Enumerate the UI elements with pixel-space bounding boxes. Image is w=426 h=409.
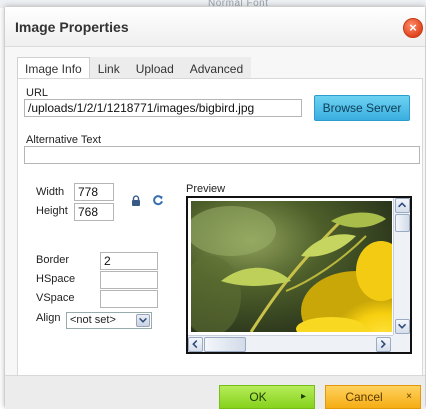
alt-text-label: Alternative Text [26,134,102,146]
tab-advanced[interactable]: Advanced [181,57,252,79]
image-properties-dialog: Image Properties × Image Info Link Uploa… [4,6,426,409]
ok-button[interactable]: OK ▸ [219,385,315,409]
scroll-down-icon[interactable] [395,319,410,334]
dialog-title: Image Properties [15,19,129,35]
dialog-footer: OK ▸ Cancel × [5,375,425,409]
border-input[interactable] [100,252,158,270]
align-select[interactable]: <not set> [66,312,152,329]
height-label: Height [36,205,68,217]
dialog-title-bar[interactable]: Image Properties × [5,7,425,47]
close-button[interactable]: × [403,18,423,38]
scroll-up-icon[interactable] [395,198,410,213]
ok-arrow-icon: ▸ [300,391,306,402]
browse-server-button[interactable]: Browse Server [314,95,410,121]
scroll-left-icon[interactable] [188,337,203,352]
tab-link[interactable]: Link [89,57,128,79]
width-input[interactable] [74,183,114,201]
scrollbar-corner [393,335,410,352]
ok-button-label: OK [249,390,267,404]
height-input[interactable] [74,203,114,221]
border-label: Border [36,254,70,266]
align-selected-value: <not set> [70,314,116,326]
preview-frame [186,196,412,354]
tab-image-info[interactable]: Image Info [17,57,90,79]
image-info-panel: URL Browse Server Alternative Text Width… [17,78,423,376]
cancel-button[interactable]: Cancel × [325,385,421,409]
preview-label: Preview [186,183,226,195]
vspace-input[interactable] [100,290,158,308]
hspace-input[interactable] [100,271,158,289]
preview-horizontal-scrollbar[interactable] [188,335,393,352]
lock-icon[interactable] [130,195,142,207]
cancel-x-icon: × [406,391,412,402]
preview-image [191,201,392,332]
preview-vertical-scrollbar[interactable] [393,198,410,335]
width-label: Width [36,186,65,198]
close-icon: × [409,20,417,35]
dropdown-arrow-icon[interactable] [136,314,150,327]
vspace-label: VSpace [36,292,75,304]
tab-upload[interactable]: Upload [127,57,182,79]
vertical-scroll-thumb[interactable] [395,214,410,232]
url-input[interactable] [24,99,302,117]
tab-bar: Image Info Link Upload Advanced [17,57,252,79]
horizontal-scroll-thumb[interactable] [204,337,246,352]
reset-size-icon[interactable] [152,194,164,206]
cancel-button-label: Cancel [345,390,383,404]
hspace-label: HSpace [36,273,76,285]
scroll-right-icon[interactable] [376,337,391,352]
url-label: URL [26,87,49,99]
alt-text-input[interactable] [24,146,420,164]
align-label: Align [36,312,61,324]
